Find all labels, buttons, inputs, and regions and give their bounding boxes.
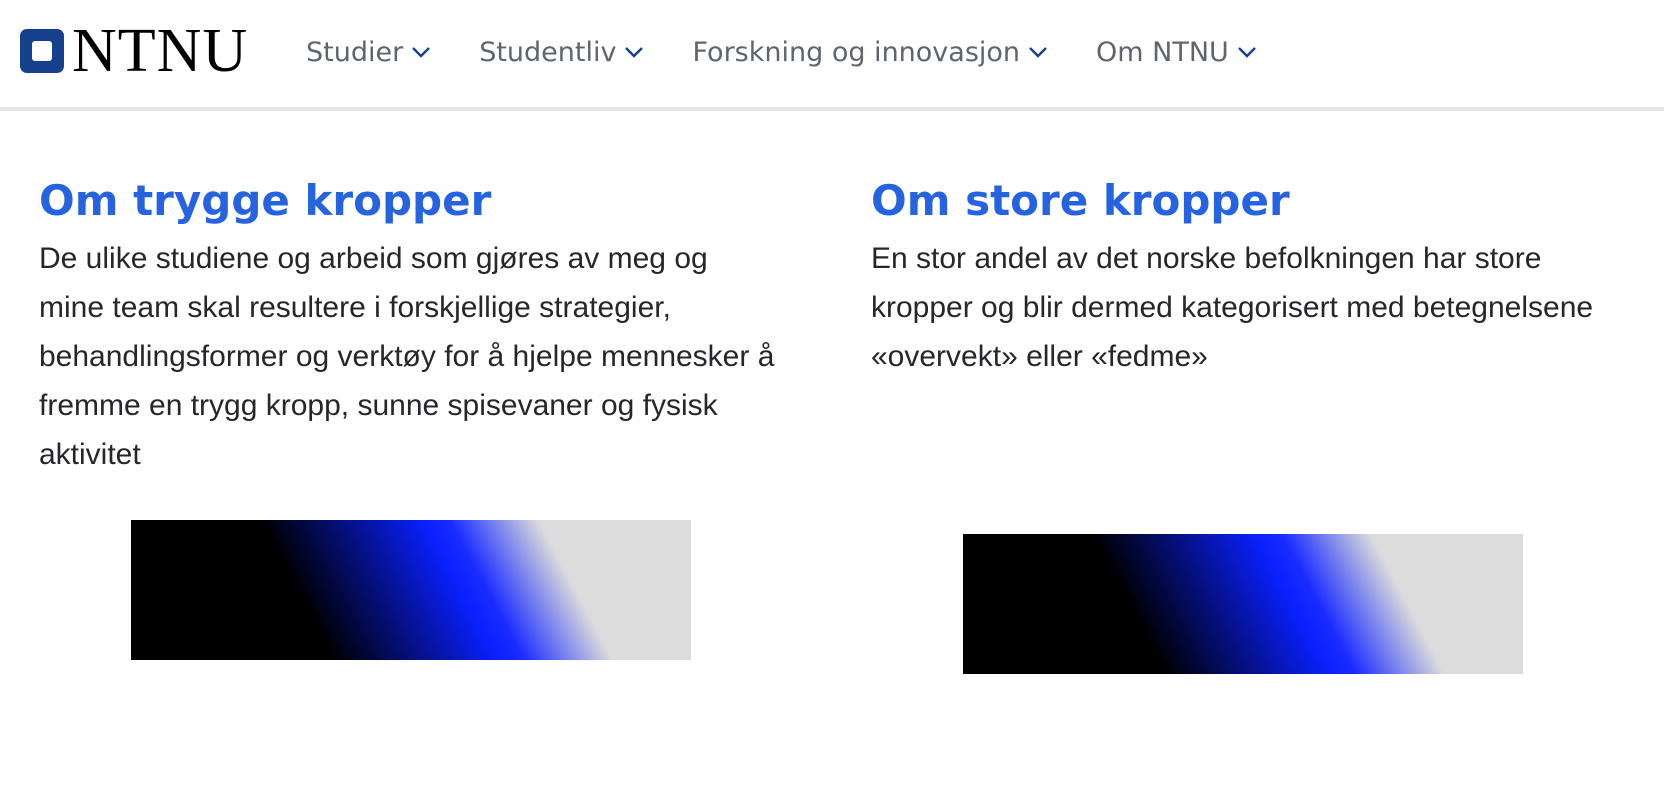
nav-item-label: Studier <box>306 36 404 68</box>
nav-item-label: Studentliv <box>479 36 617 68</box>
section-store-kropper: Om store kropper En stor andel av det no… <box>871 168 1611 381</box>
nav-item-studier[interactable]: Studier <box>306 37 431 68</box>
section-text: De ulike studiene og arbeid som gjøres a… <box>39 242 775 471</box>
ntnu-logo[interactable]: NTNU <box>20 17 249 85</box>
ntnu-logo-icon <box>20 29 64 73</box>
nav-item-label: Om NTNU <box>1096 36 1229 68</box>
chevron-down-icon <box>1029 47 1047 58</box>
main-nav: Studier Studentliv Forskning og innovasj… <box>306 30 1257 74</box>
section-text: En stor andel av det norske befolkningen… <box>871 242 1594 373</box>
chevron-down-icon <box>1237 47 1256 58</box>
nav-item-label: Forskning og innovasjon <box>692 36 1021 68</box>
nav-item-studentliv[interactable]: Studentliv <box>479 37 644 68</box>
gradient-banner-image <box>131 520 691 660</box>
page: NTNU Studier Studentliv Forskning og inn… <box>0 0 1664 812</box>
logo-text: NTNU <box>72 17 249 85</box>
nav-item-om-ntnu[interactable]: Om NTNU <box>1096 37 1257 68</box>
section-title[interactable]: Om store kropper <box>871 168 1611 234</box>
chevron-down-icon <box>412 47 431 58</box>
site-header: NTNU Studier Studentliv Forskning og inn… <box>0 0 1664 111</box>
chevron-down-icon <box>625 47 644 58</box>
nav-item-forskning[interactable]: Forskning og innovasjon <box>692 37 1048 68</box>
section-title[interactable]: Om trygge kropper <box>39 168 779 234</box>
section-trygge-kropper: Om trygge kropper De ulike studiene og a… <box>39 168 779 479</box>
gradient-banner-image <box>963 534 1523 674</box>
